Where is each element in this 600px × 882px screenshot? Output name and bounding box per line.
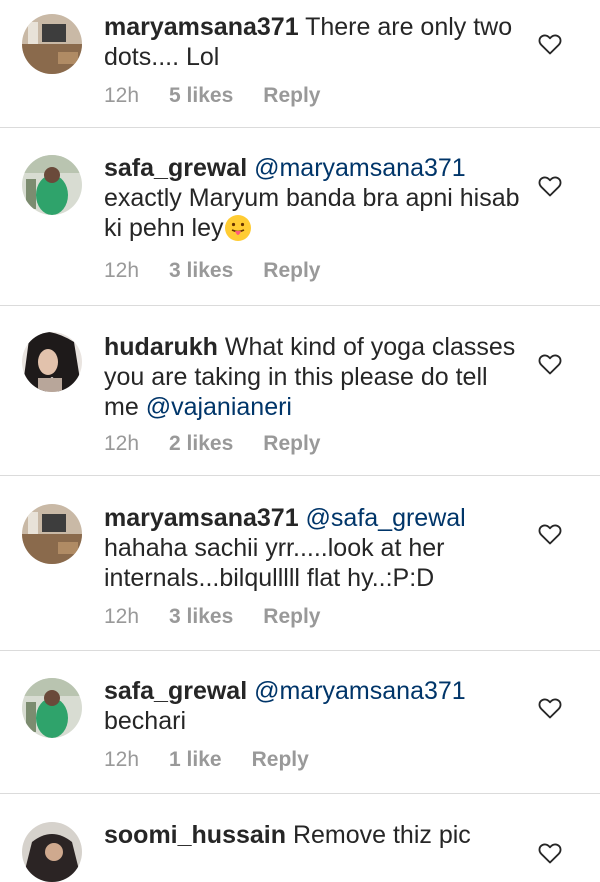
- comment-meta: 12h 3 likes Reply: [104, 605, 320, 629]
- comment-body: hahaha sachii yrr.....look at her intern…: [104, 534, 445, 592]
- comment-item: maryamsana371 @safa_grewal hahaha sachii…: [0, 476, 600, 651]
- comment-mention[interactable]: @maryamsana371: [254, 677, 466, 705]
- comment-body: bechari: [104, 707, 186, 735]
- comment-text: safa_grewal @maryamsana371 exactly Maryu…: [104, 153, 522, 243]
- avatar[interactable]: [22, 822, 82, 882]
- comment-username[interactable]: maryamsana371: [104, 13, 299, 41]
- avatar[interactable]: [22, 155, 82, 215]
- comment-item: soomi_hussain Remove thiz pic: [0, 794, 600, 882]
- comment-username[interactable]: safa_grewal: [104, 677, 247, 705]
- heart-icon[interactable]: [538, 842, 562, 864]
- reply-button[interactable]: Reply: [263, 84, 320, 108]
- comment-time: 12h: [104, 84, 140, 107]
- comment-likes[interactable]: 3 likes: [169, 259, 233, 283]
- comment-username[interactable]: hudarukh: [104, 333, 218, 361]
- comment-text: soomi_hussain Remove thiz pic: [104, 820, 522, 850]
- comment-likes[interactable]: 2 likes: [169, 432, 233, 456]
- reply-button[interactable]: Reply: [263, 432, 320, 456]
- comment-text: maryamsana371 There are only two dots...…: [104, 12, 522, 72]
- comment-mention[interactable]: @safa_grewal: [306, 504, 466, 532]
- comment-likes[interactable]: 5 likes: [169, 84, 233, 108]
- comment-text: maryamsana371 @safa_grewal hahaha sachii…: [104, 503, 522, 593]
- comment-item: safa_grewal @maryamsana371 exactly Maryu…: [0, 128, 600, 306]
- comment-username[interactable]: soomi_hussain: [104, 821, 286, 849]
- heart-icon[interactable]: [538, 353, 562, 375]
- avatar[interactable]: [22, 14, 82, 74]
- comment-mention[interactable]: @vajanianeri: [146, 393, 292, 421]
- comment-body: exactly Maryum banda bra apni hisab ki p…: [104, 184, 520, 242]
- comment-meta: 12h 5 likes Reply: [104, 84, 320, 108]
- comment-item: hudarukh What kind of yoga classes you a…: [0, 306, 600, 476]
- comment-likes[interactable]: 3 likes: [169, 605, 233, 629]
- reply-button[interactable]: Reply: [252, 748, 309, 772]
- comment-body: Remove thiz pic: [292, 821, 471, 849]
- heart-icon[interactable]: [538, 697, 562, 719]
- comment-item: safa_grewal @maryamsana371 bechari 12h 1…: [0, 651, 600, 794]
- avatar[interactable]: [22, 332, 82, 392]
- comment-meta: 12h 2 likes Reply: [104, 432, 320, 456]
- tongue-out-emoji-icon: [224, 214, 252, 242]
- comment-likes[interactable]: 1 like: [169, 748, 222, 772]
- comment-meta: 12h 1 like Reply: [104, 748, 309, 772]
- avatar[interactable]: [22, 678, 82, 738]
- comment-time: 12h: [104, 748, 140, 771]
- comment-time: 12h: [104, 432, 140, 455]
- comment-username[interactable]: maryamsana371: [104, 504, 299, 532]
- comment-time: 12h: [104, 605, 140, 628]
- comment-text: safa_grewal @maryamsana371 bechari: [104, 676, 522, 736]
- comment-text: hudarukh What kind of yoga classes you a…: [104, 332, 522, 422]
- heart-icon[interactable]: [538, 175, 562, 197]
- comment-mention[interactable]: @maryamsana371: [254, 154, 466, 182]
- comment-time: 12h: [104, 259, 140, 282]
- comment-meta: 12h 3 likes Reply: [104, 259, 320, 283]
- reply-button[interactable]: Reply: [263, 259, 320, 283]
- heart-icon[interactable]: [538, 523, 562, 545]
- heart-icon[interactable]: [538, 33, 562, 55]
- reply-button[interactable]: Reply: [263, 605, 320, 629]
- avatar[interactable]: [22, 504, 82, 564]
- comment-username[interactable]: safa_grewal: [104, 154, 247, 182]
- comment-item: maryamsana371 There are only two dots...…: [0, 0, 600, 128]
